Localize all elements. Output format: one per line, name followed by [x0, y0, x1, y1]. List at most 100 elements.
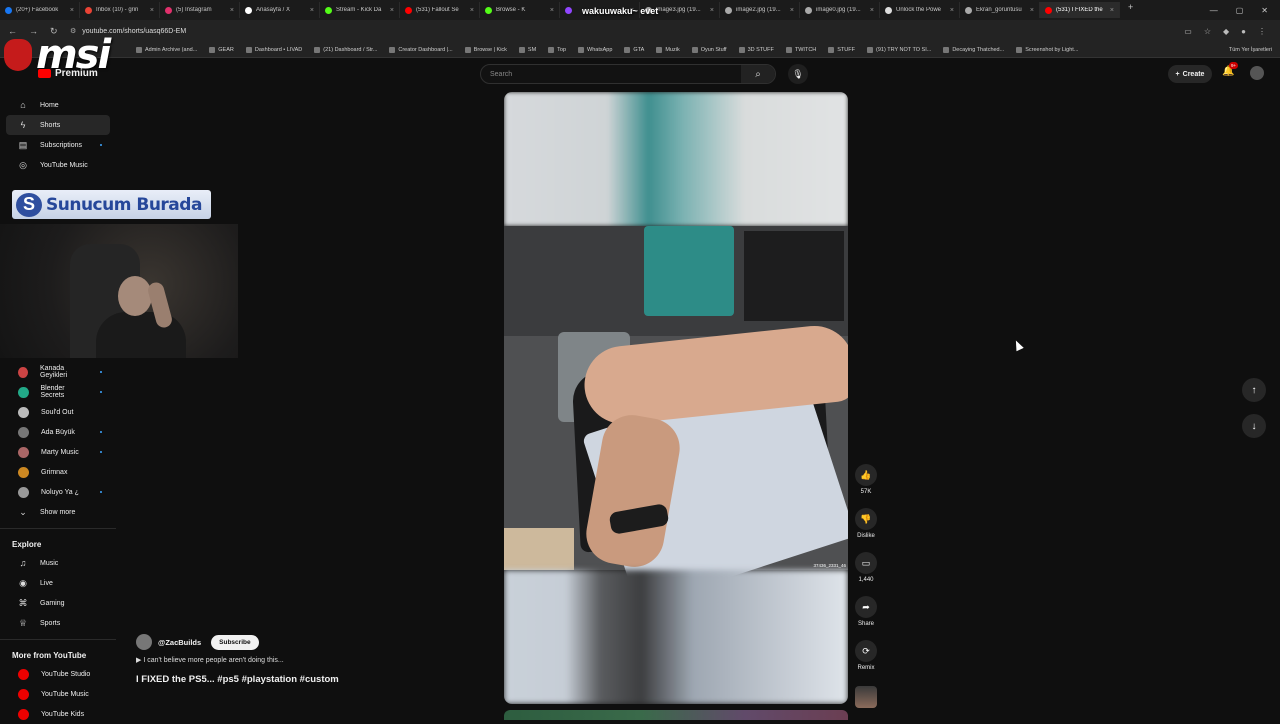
next-short-preview[interactable] — [504, 710, 848, 720]
bookmark-item[interactable]: (91) TRY NOT TO SI... — [861, 46, 937, 53]
browser-tab[interactable]: (5) Instagram × — [160, 2, 240, 18]
voice-search-button[interactable]: 🎙 — [788, 64, 808, 84]
bookmark-item[interactable]: Screenshot by Light... — [1010, 46, 1084, 53]
create-button[interactable]: + Create — [1168, 65, 1212, 83]
browser-tab[interactable]: image2.jpg (19... × — [720, 2, 800, 18]
browser-tab[interactable]: Unlock the Powe × — [880, 2, 960, 18]
explore-item-gaming[interactable]: ⌘ Gaming — [6, 593, 110, 613]
more-item[interactable]: YouTube Studio — [6, 664, 110, 684]
browser-tab[interactable]: Stream - Kick Da × — [320, 2, 400, 18]
dislike-button[interactable]: 👎 Dislike — [851, 508, 881, 552]
all-bookmarks[interactable]: Tüm Yer İşaretleri — [1229, 47, 1280, 53]
tab-close-icon[interactable]: × — [70, 7, 74, 14]
sidebar-item-youtube-music[interactable]: ◎ YouTube Music — [6, 155, 110, 175]
youtube-premium-logo[interactable]: Premium — [38, 68, 98, 79]
tab-close-icon[interactable]: × — [230, 7, 234, 14]
tab-close-icon[interactable]: × — [790, 7, 794, 14]
bookmark-item[interactable]: Creator Dashboard |... — [383, 46, 458, 53]
browser-tab[interactable]: Anasayfa / X × — [240, 2, 320, 18]
bookmark-item[interactable]: Dashboard • LIVAD — [240, 46, 308, 53]
bookmark-list: Admin Archive (and... GEAR Dashboard • LIV… — [0, 46, 1084, 53]
subscription-item[interactable]: Marty Music — [6, 442, 110, 462]
bookmark-item[interactable]: TWITCH — [780, 46, 822, 53]
tab-close-icon[interactable]: × — [1030, 7, 1034, 14]
share-button[interactable]: ➦ Share — [851, 596, 881, 640]
browser-tab[interactable]: Inbox (10) - grin × — [80, 2, 160, 18]
tab-close-icon[interactable]: × — [470, 7, 474, 14]
search-button[interactable]: ⌕ — [741, 65, 775, 83]
tab-close-icon[interactable]: × — [150, 7, 154, 14]
maximize-icon[interactable]: ▢ — [1236, 6, 1244, 15]
cast-icon[interactable]: ▭ — [1184, 27, 1192, 36]
tab-close-icon[interactable]: × — [710, 7, 714, 14]
account-avatar[interactable] — [1250, 66, 1264, 80]
search-input[interactable]: Search — [481, 71, 741, 78]
bookmark-item[interactable]: Top — [542, 46, 572, 53]
browser-tab[interactable]: Browse - K × — [480, 2, 560, 18]
subscription-item[interactable]: Grimnax — [6, 462, 110, 482]
browser-tab[interactable]: (20+) Facebook × — [0, 2, 80, 18]
sidebar-item-home[interactable]: ⌂ Home — [6, 95, 110, 115]
browser-tab[interactable]: image0.jpg (19... × — [800, 2, 880, 18]
remix-button[interactable]: ⟳ Remix — [851, 640, 881, 684]
channel-avatar — [18, 386, 29, 398]
bookmark-item[interactable]: Muzik — [650, 46, 685, 53]
star-icon[interactable]: ☆ — [1204, 27, 1211, 36]
next-short-button[interactable]: ↓ — [1242, 414, 1266, 438]
subscription-item[interactable]: Soul'd Out — [6, 402, 110, 422]
close-window-icon[interactable]: ✕ — [1261, 6, 1268, 15]
explore-item-music[interactable]: ♫ Music — [6, 553, 110, 573]
bookmark-item[interactable]: WhatsApp — [572, 46, 618, 53]
sidebar-item-shorts[interactable]: ϟ Shorts — [6, 115, 110, 135]
short-description[interactable]: ▶ I can't believe more people aren't doi… — [136, 656, 496, 666]
new-content-dot — [100, 391, 102, 393]
previous-short-button[interactable]: ↑ — [1242, 378, 1266, 402]
bookmark-item[interactable]: Oyun Stuff — [686, 46, 733, 53]
show-more-button[interactable]: ⌄ Show more — [6, 502, 110, 522]
bookmark-item[interactable]: Browse | Kick — [459, 46, 513, 53]
extensions-icon[interactable]: ◆ — [1223, 27, 1229, 36]
explore-list: ♫ Music ◉ Live ⌘ Gaming ♕ Sports — [0, 553, 116, 633]
tab-close-icon[interactable]: × — [870, 7, 874, 14]
tab-close-icon[interactable]: × — [950, 7, 954, 14]
bookmark-item[interactable]: (21) Dashboard / Str... — [308, 46, 383, 53]
channel-handle[interactable]: @ZacBuilds — [158, 638, 201, 647]
bookmark-item[interactable]: 3D STUFF — [733, 46, 780, 53]
short-video-player[interactable]: 37436_2331_46 — [504, 92, 848, 704]
explore-item-live[interactable]: ◉ Live — [6, 573, 110, 593]
profile-icon[interactable]: ● — [1241, 27, 1246, 36]
tab-close-icon[interactable]: × — [310, 7, 314, 14]
browser-tab[interactable]: Ekran_goruntusu × — [960, 2, 1040, 18]
channel-avatar[interactable] — [136, 634, 152, 650]
creator-avatar[interactable] — [855, 686, 877, 708]
bookmark-item[interactable]: Decaying Thatched... — [937, 46, 1010, 53]
more-item[interactable]: YouTube Music — [6, 684, 110, 704]
browser-tab[interactable]: (531) I FIXED the × — [1040, 2, 1120, 18]
subscription-item[interactable]: Kanada Geyikleri — [6, 362, 110, 382]
subscribe-button[interactable]: Subscribe — [211, 634, 259, 650]
more-item[interactable]: YouTube Kids — [6, 704, 110, 724]
tab-close-icon[interactable]: × — [550, 7, 554, 14]
url-field[interactable]: youtube.com/shorts/uasq66D-EM — [82, 28, 1184, 35]
like-button[interactable]: 👍 57K — [851, 464, 881, 508]
bookmark-item[interactable]: GEAR — [203, 46, 240, 53]
tab-close-icon[interactable]: × — [1110, 7, 1114, 14]
new-tab-icon[interactable]: + — [1120, 2, 1141, 18]
menu-icon[interactable]: ⋮ — [1258, 27, 1266, 36]
minimize-icon[interactable]: — — [1210, 6, 1218, 15]
bookmark-item[interactable]: GTA — [618, 46, 650, 53]
bookmark-item[interactable]: SM — [513, 46, 542, 53]
subscription-item[interactable]: Blender Secrets — [6, 382, 110, 402]
tab-close-icon[interactable]: × — [390, 7, 394, 14]
plus-icon: + — [1175, 70, 1180, 78]
short-title[interactable]: I FIXED the PS5... #ps5 #playstation #cu… — [136, 674, 496, 685]
notifications-button[interactable]: 🔔 9+ — [1222, 62, 1239, 77]
comments-button[interactable]: ▭ 1,440 — [851, 552, 881, 596]
sidebar-item-subscriptions[interactable]: ▤ Subscriptions — [6, 135, 110, 155]
browser-tab[interactable]: (531) Fallout Se × — [400, 2, 480, 18]
subscription-item[interactable]: Ada Büyük — [6, 422, 110, 442]
bookmark-item[interactable]: Admin Archive (and... — [130, 46, 203, 53]
bookmark-item[interactable]: STUFF — [822, 46, 861, 53]
subscription-item[interactable]: Noluyo Ya ¿ — [6, 482, 110, 502]
explore-item-sports[interactable]: ♕ Sports — [6, 613, 110, 633]
